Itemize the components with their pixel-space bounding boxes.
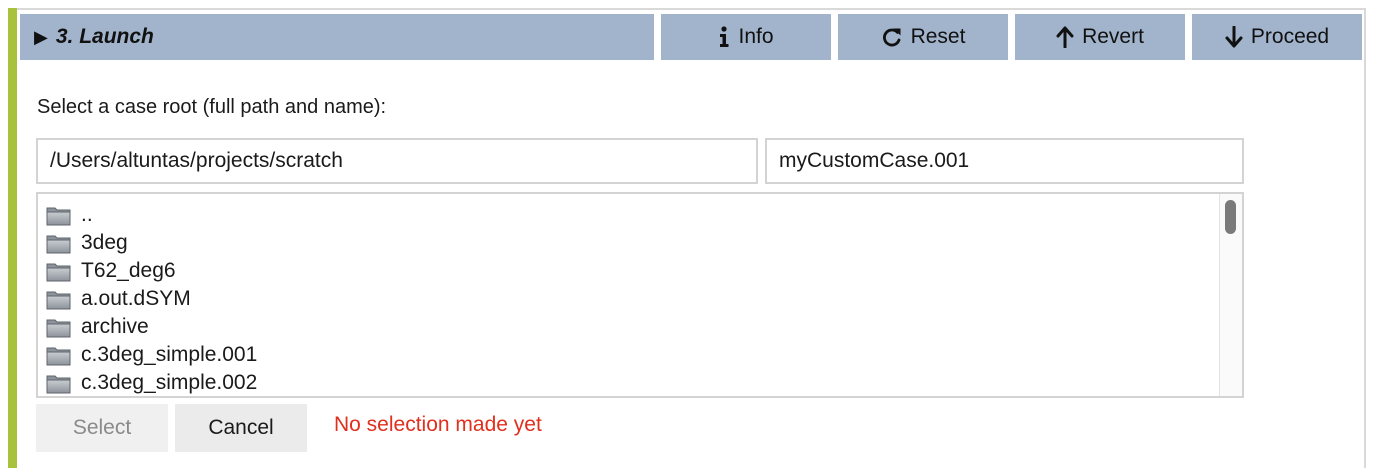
list-item[interactable]: T62_deg6 — [46, 257, 176, 285]
case-root-prompt: Select a case root (full path and name): — [37, 96, 387, 118]
section-header[interactable]: ▶ 3. Launch — [20, 14, 654, 60]
select-button[interactable]: Select — [36, 404, 168, 452]
list-item-label: 3deg — [81, 231, 128, 254]
status-message: No selection made yet — [334, 413, 542, 436]
info-icon — [718, 26, 730, 48]
folder-icon — [46, 232, 72, 254]
list-item-label: T62_deg6 — [81, 259, 176, 282]
folder-icon — [46, 316, 72, 338]
arrow-up-icon — [1056, 26, 1074, 48]
list-item[interactable]: c.3deg_simple.002 — [46, 369, 258, 396]
case-path-input[interactable] — [36, 138, 758, 184]
list-item-label: .. — [81, 203, 93, 226]
cancel-button[interactable]: Cancel — [175, 404, 307, 452]
folder-icon — [46, 344, 72, 366]
scrollbar-thumb[interactable] — [1225, 200, 1236, 234]
redo-icon — [881, 26, 903, 48]
list-item-label: a.out.dSYM — [81, 287, 191, 310]
folder-icon — [46, 204, 72, 226]
reset-label: Reset — [910, 25, 966, 48]
reset-button[interactable]: Reset — [838, 14, 1008, 60]
triangle-right-icon: ▶ — [34, 26, 48, 47]
folder-icon — [46, 288, 72, 310]
arrow-down-icon — [1225, 26, 1243, 48]
revert-button[interactable]: Revert — [1015, 14, 1185, 60]
list-item[interactable]: .. — [46, 201, 93, 229]
accent-bar — [8, 8, 17, 468]
folder-icon — [46, 260, 72, 282]
file-browser-list[interactable]: .. 3deg T62_deg6 a.out.dSYM archive c.3d… — [36, 192, 1244, 398]
proceed-button[interactable]: Proceed — [1192, 14, 1362, 60]
list-item[interactable]: 3deg — [46, 229, 128, 257]
list-item[interactable]: c.3deg_simple.001 — [46, 341, 257, 369]
proceed-label: Proceed — [1250, 25, 1330, 48]
list-item[interactable]: a.out.dSYM — [46, 285, 191, 313]
list-item-label: archive — [81, 315, 149, 338]
info-label: Info — [738, 25, 774, 48]
info-button[interactable]: Info — [661, 14, 831, 60]
list-item-label: c.3deg_simple.002 — [81, 371, 258, 394]
case-name-input[interactable] — [765, 138, 1244, 184]
section-title: 3. Launch — [55, 25, 154, 48]
folder-icon — [46, 372, 72, 394]
revert-label: Revert — [1082, 25, 1144, 48]
list-item[interactable]: archive — [46, 313, 149, 341]
list-item-label: c.3deg_simple.001 — [81, 343, 258, 366]
scrollbar[interactable] — [1219, 194, 1242, 396]
